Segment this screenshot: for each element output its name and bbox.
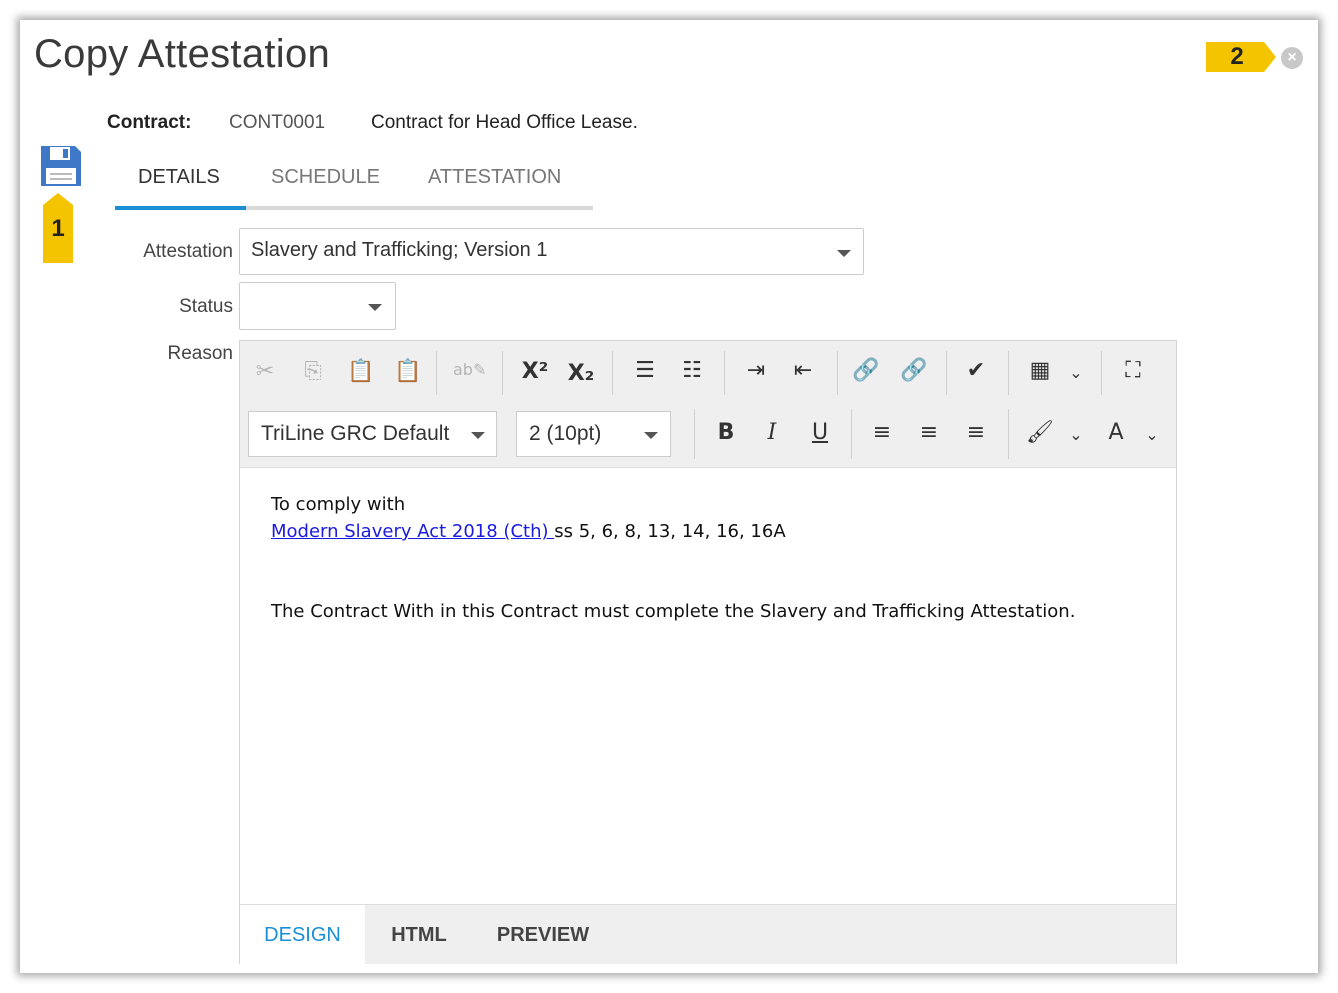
- save-icon[interactable]: [39, 144, 83, 188]
- contract-description: Contract for Head Office Lease.: [371, 112, 638, 133]
- link-icon[interactable]: 🔗: [852, 356, 880, 386]
- attestation-label: Attestation: [143, 241, 233, 262]
- align-center-icon[interactable]: ≡: [915, 418, 943, 448]
- align-left-icon[interactable]: ≡: [868, 418, 896, 448]
- modern-slavery-act-link[interactable]: Modern Slavery Act 2018 (Cth): [271, 521, 554, 542]
- chevron-down-icon: [644, 432, 658, 439]
- tab-bar: DETAILS SCHEDULE ATTESTATION: [115, 156, 593, 210]
- toolbar-separator: [612, 351, 613, 395]
- rich-text-editor: ✂ ⎘ 📋 📋 ab✎ X² X₂ ☰ ☷ ⇥ ⇤ 🔗 🔗 ✔ ▦ ⌄ ⛶ Tr…: [239, 340, 1177, 965]
- ordered-list-icon[interactable]: ☰: [631, 356, 659, 386]
- indent-icon[interactable]: ⇥: [742, 356, 770, 386]
- bold-icon[interactable]: B: [712, 418, 740, 448]
- toolbar-separator: [436, 351, 437, 395]
- tab-attestation[interactable]: ATTESTATION: [428, 166, 561, 189]
- toolbar-separator: [946, 351, 947, 395]
- callout-badge-1: 1: [43, 193, 73, 263]
- spellcheck-icon[interactable]: ✔: [962, 356, 990, 386]
- underline-icon[interactable]: U: [806, 418, 834, 448]
- toolbar-separator: [694, 409, 695, 459]
- paste-icon[interactable]: 📋: [347, 357, 374, 387]
- toolbar-separator: [1101, 351, 1102, 395]
- italic-icon[interactable]: I: [758, 418, 786, 448]
- toolbar-separator: [724, 351, 725, 395]
- attestation-select[interactable]: Slavery and Trafficking; Version 1: [239, 228, 864, 275]
- chevron-down-icon[interactable]: ⌄: [1066, 358, 1086, 388]
- background-color-icon[interactable]: 🖌: [1026, 418, 1054, 448]
- font-color-icon[interactable]: A: [1102, 418, 1130, 448]
- copy-icon[interactable]: ⎘: [300, 357, 326, 387]
- callout-badge-2: 2: [1206, 42, 1276, 72]
- unlink-icon[interactable]: 🔗: [900, 356, 928, 386]
- superscript-icon[interactable]: X²: [520, 357, 550, 387]
- editor-toolbar: ✂ ⎘ 📋 📋 ab✎ X² X₂ ☰ ☷ ⇥ ⇤ 🔗 🔗 ✔ ▦ ⌄ ⛶ Tr…: [240, 341, 1176, 468]
- toolbar-separator: [837, 351, 838, 395]
- chevron-down-icon: [471, 432, 485, 439]
- editor-content[interactable]: To comply with Modern Slavery Act 2018 (…: [271, 491, 1075, 625]
- align-right-icon[interactable]: ≡: [962, 418, 990, 448]
- contract-code: CONT0001: [229, 112, 326, 133]
- font-size-select[interactable]: 2 (10pt): [516, 411, 671, 457]
- dialog-title: Copy Attestation: [34, 32, 331, 76]
- toolbar-separator: [1008, 351, 1009, 395]
- copy-attestation-dialog: Copy Attestation 2 × 1 Contract: CONT000…: [20, 20, 1318, 973]
- tab-schedule[interactable]: SCHEDULE: [271, 166, 380, 189]
- tab-design[interactable]: DESIGN: [240, 905, 365, 965]
- editor-mode-tabs: DESIGN HTML PREVIEW: [240, 904, 1176, 965]
- chevron-down-icon[interactable]: ⌄: [1066, 420, 1086, 450]
- content-line: Modern Slavery Act 2018 (Cth) ss 5, 6, 8…: [271, 521, 786, 542]
- table-icon[interactable]: ▦: [1026, 356, 1054, 386]
- reason-label: Reason: [167, 343, 234, 364]
- tab-preview[interactable]: PREVIEW: [473, 905, 613, 965]
- unordered-list-icon[interactable]: ☷: [678, 356, 706, 386]
- status-label: Status: [179, 296, 233, 317]
- chevron-down-icon[interactable]: ⌄: [1142, 420, 1162, 450]
- toolbar-separator: [851, 409, 852, 459]
- tab-html[interactable]: HTML: [365, 905, 473, 965]
- subscript-icon[interactable]: X₂: [566, 359, 596, 389]
- toolbar-separator: [502, 351, 503, 395]
- active-tab-indicator: [115, 206, 246, 210]
- cut-icon[interactable]: ✂: [252, 357, 278, 387]
- content-line: To comply with: [271, 494, 406, 515]
- format-stripper-icon[interactable]: ab✎: [453, 355, 486, 385]
- fullscreen-icon[interactable]: ⛶: [1118, 356, 1148, 386]
- paste-from-word-icon[interactable]: 📋: [394, 357, 421, 387]
- outdent-icon[interactable]: ⇤: [789, 356, 817, 386]
- tab-details[interactable]: DETAILS: [138, 166, 220, 189]
- contract-label: Contract:: [107, 112, 192, 133]
- content-line: The Contract With in this Contract must …: [271, 601, 1076, 622]
- font-family-select[interactable]: TriLine GRC Default: [248, 411, 497, 457]
- close-icon[interactable]: ×: [1281, 47, 1303, 69]
- chevron-down-icon: [837, 250, 851, 257]
- status-select[interactable]: [239, 282, 396, 330]
- chevron-down-icon: [368, 304, 382, 311]
- toolbar-separator: [1008, 409, 1009, 459]
